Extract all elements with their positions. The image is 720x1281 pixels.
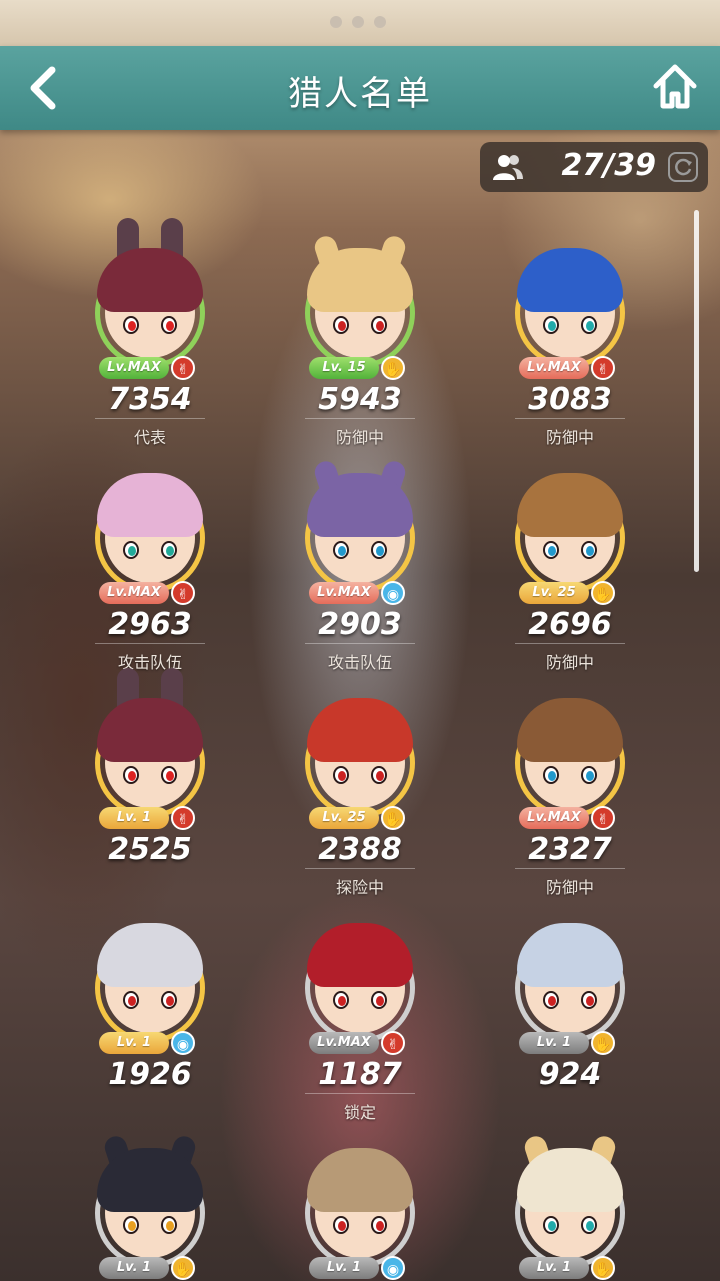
- orb-icon: ◉: [171, 1031, 195, 1055]
- level-badge: Lv. 1: [519, 1032, 589, 1054]
- power-value: 924: [538, 1057, 602, 1092]
- hunter-portrait: [305, 443, 415, 593]
- level-badge: Lv. 1: [309, 1257, 379, 1279]
- hunter-portrait: [515, 1118, 625, 1268]
- level-badge: Lv.MAX: [99, 582, 169, 604]
- hunter-portrait: [305, 668, 415, 818]
- hunter-portrait: [515, 893, 625, 1043]
- power-value: 2903: [318, 607, 402, 642]
- palm-icon: ✋: [591, 581, 615, 605]
- hunter-portrait: [95, 443, 205, 593]
- hunter-portrait: [95, 893, 205, 1043]
- hunter-portrait: [95, 1118, 205, 1268]
- level-badge: Lv.MAX: [309, 1032, 379, 1054]
- level-badge: Lv. 15: [309, 357, 379, 379]
- hunter-portrait: [95, 218, 205, 368]
- divider: [515, 643, 625, 644]
- scissors-icon: ✌: [171, 356, 195, 380]
- palm-icon: ✋: [381, 806, 405, 830]
- divider: [95, 643, 205, 644]
- hunter-card[interactable]: Lv.MAX ✌ 2963 攻击队伍: [55, 443, 245, 672]
- hunter-card[interactable]: Lv. 25 ✋ 2696 防御中: [475, 443, 665, 672]
- level-badge: Lv. 1: [99, 1032, 169, 1054]
- hunter-card[interactable]: Lv.MAX ✌ 7354 代表: [55, 218, 245, 447]
- level-badge: Lv. 25: [309, 807, 379, 829]
- power-value: 1187: [318, 1057, 402, 1092]
- hunter-portrait: [515, 443, 625, 593]
- hunter-card[interactable]: Lv. 1 ✌ 2525: [55, 668, 245, 888]
- divider: [95, 418, 205, 419]
- hunter-card[interactable]: Lv. 1 ◉: [265, 1118, 455, 1281]
- palm-icon: ✋: [171, 1256, 195, 1280]
- level-badge: Lv. 1: [99, 1257, 169, 1279]
- divider: [515, 868, 625, 869]
- palm-icon: ✋: [591, 1031, 615, 1055]
- power-value: 2963: [108, 607, 192, 642]
- scissors-icon: ✌: [171, 581, 195, 605]
- power-value: 2525: [108, 832, 192, 867]
- palm-icon: ✋: [381, 356, 405, 380]
- hunter-card[interactable]: Lv. 1 ✋ 924: [475, 893, 665, 1113]
- power-value: 5943: [318, 382, 402, 417]
- hunter-card[interactable]: Lv. 1 ◉ 1926: [55, 893, 245, 1113]
- power-value: 2388: [318, 832, 402, 867]
- scissors-icon: ✌: [171, 806, 195, 830]
- hunter-card[interactable]: Lv. 1 ✋: [475, 1118, 665, 1281]
- hunter-portrait: [515, 668, 625, 818]
- hunter-card[interactable]: Lv.MAX ◉ 2903 攻击队伍: [265, 443, 455, 672]
- palm-icon: ✋: [591, 1256, 615, 1280]
- orb-icon: ◉: [381, 581, 405, 605]
- divider: [305, 868, 415, 869]
- hunter-card[interactable]: Lv.MAX ✌ 3083 防御中: [475, 218, 665, 447]
- scissors-icon: ✌: [591, 356, 615, 380]
- divider: [305, 1093, 415, 1094]
- power-value: 2696: [528, 607, 612, 642]
- scissors-icon: ✌: [591, 806, 615, 830]
- hunter-portrait: [95, 668, 205, 818]
- level-badge: Lv. 1: [519, 1257, 589, 1279]
- divider: [305, 643, 415, 644]
- hunter-card[interactable]: Lv. 1 ✋: [55, 1118, 245, 1281]
- level-badge: Lv.MAX: [99, 357, 169, 379]
- level-badge: Lv. 25: [519, 582, 589, 604]
- level-badge: Lv.MAX: [519, 807, 589, 829]
- hunter-card[interactable]: Lv. 25 ✋ 2388 探险中: [265, 668, 455, 897]
- hunter-card[interactable]: Lv. 15 ✋ 5943 防御中: [265, 218, 455, 447]
- hunter-portrait: [305, 218, 415, 368]
- divider: [515, 418, 625, 419]
- hunter-portrait: [305, 893, 415, 1043]
- divider: [305, 418, 415, 419]
- level-badge: Lv. 1: [99, 807, 169, 829]
- hunter-card[interactable]: Lv.MAX ✌ 2327 防御中: [475, 668, 665, 897]
- orb-icon: ◉: [381, 1256, 405, 1280]
- power-value: 2327: [528, 832, 612, 867]
- hunter-portrait: [305, 1118, 415, 1268]
- scissors-icon: ✌: [381, 1031, 405, 1055]
- power-value: 1926: [108, 1057, 192, 1092]
- hunter-portrait: [515, 218, 625, 368]
- power-value: 7354: [108, 382, 192, 417]
- hunter-card[interactable]: Lv.MAX ✌ 1187 锁定: [265, 893, 455, 1122]
- power-value: 3083: [528, 382, 612, 417]
- hunter-grid: Lv.MAX ✌ 7354 代表 Lv. 15 ✋ 5943 防御中 Lv.MAX ✌ 3083 防御…: [0, 0, 720, 1281]
- level-badge: Lv.MAX: [519, 357, 589, 379]
- level-badge: Lv.MAX: [309, 582, 379, 604]
